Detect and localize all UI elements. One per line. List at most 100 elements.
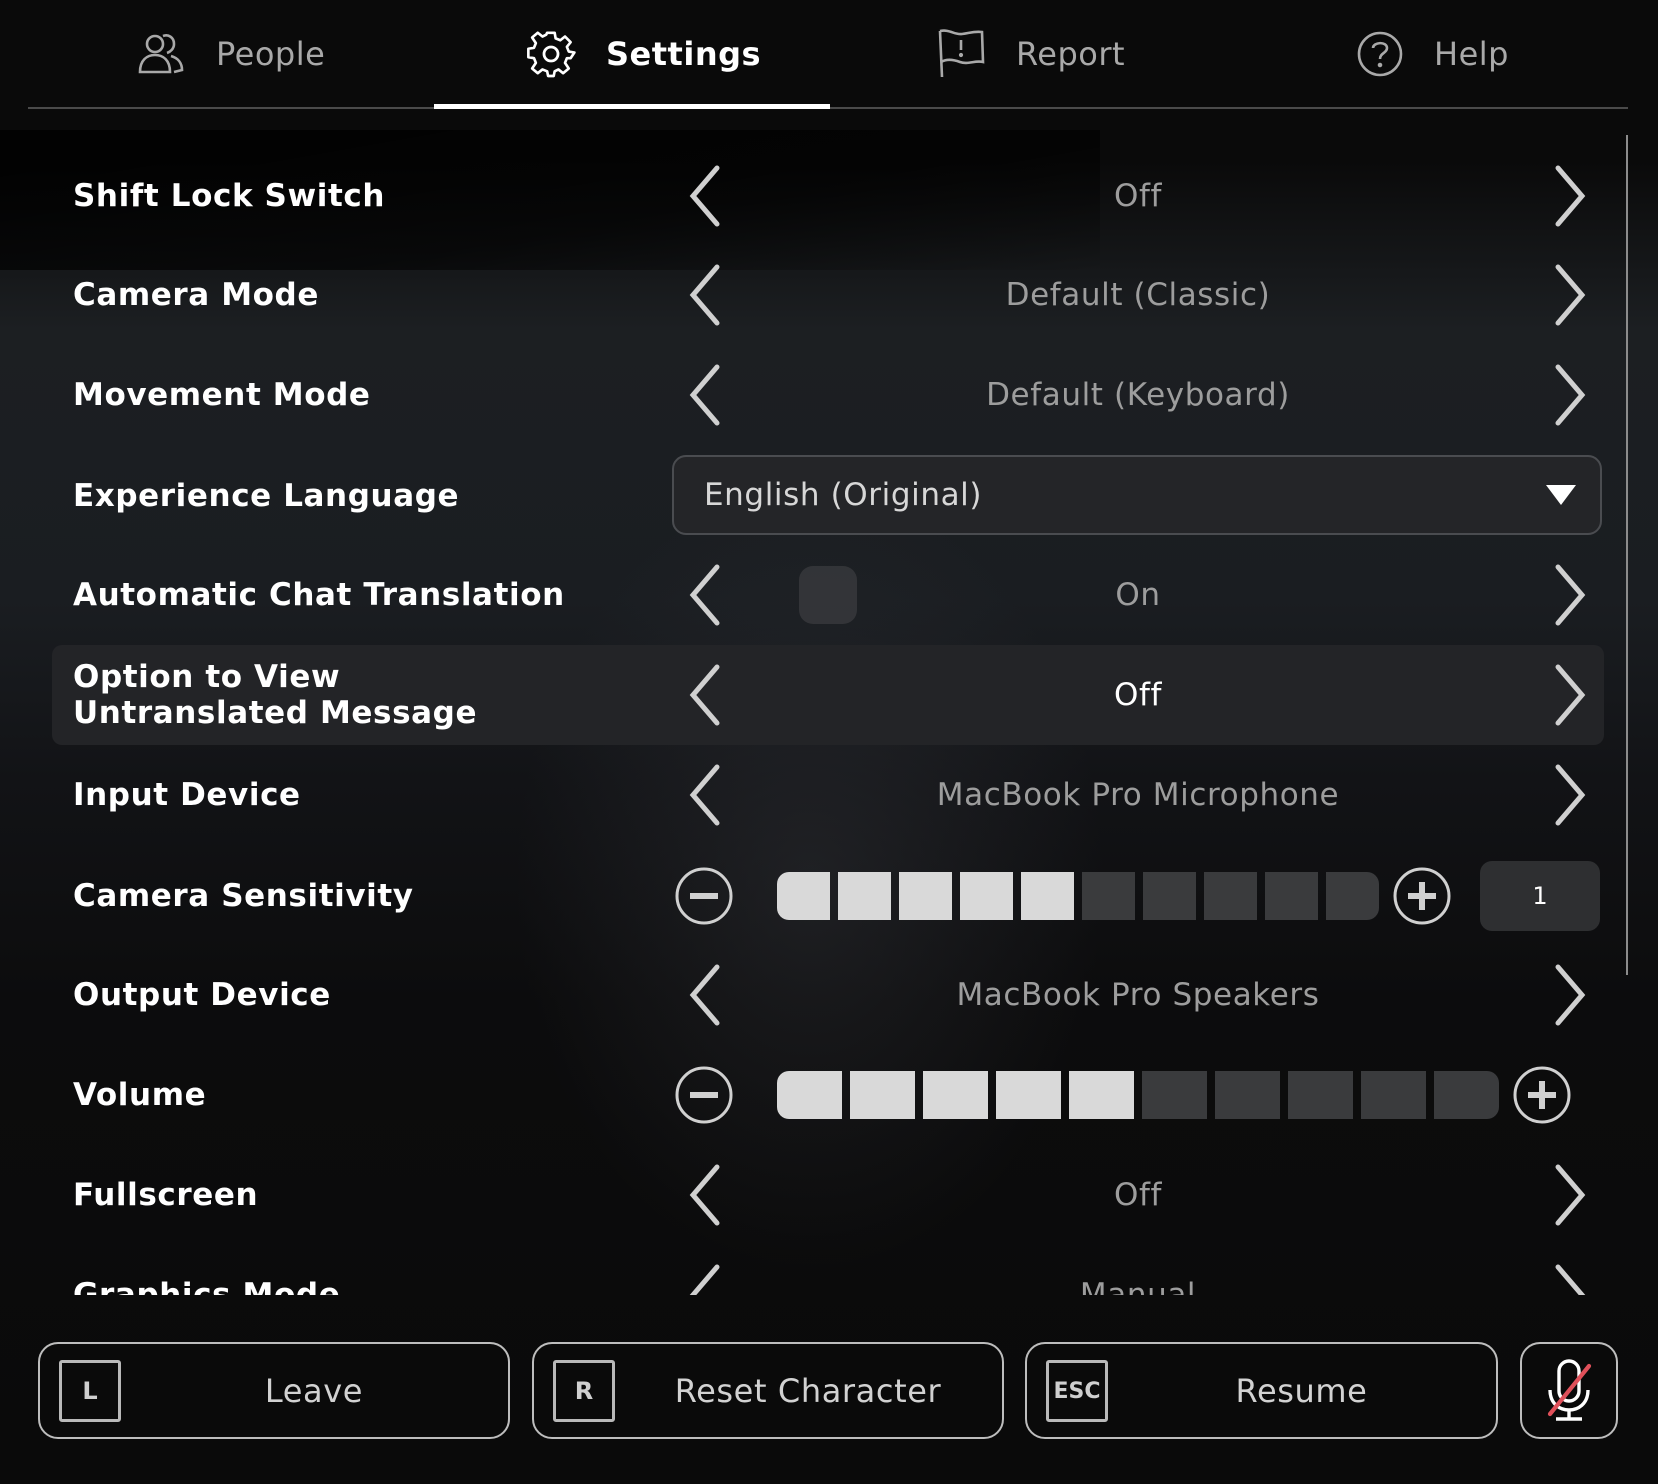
- setting-row-output-device: Output Device MacBook Pro Speakers: [52, 945, 1604, 1045]
- slider-segment[interactable]: [1021, 872, 1074, 920]
- people-icon: [136, 32, 186, 76]
- setting-label: Movement Mode: [73, 377, 371, 413]
- slider-segment[interactable]: [1142, 1071, 1207, 1119]
- help-icon: [1356, 30, 1404, 78]
- chevron-left-icon[interactable]: [685, 763, 725, 827]
- slider-segment[interactable]: [1143, 872, 1196, 920]
- chevron-left-icon[interactable]: [685, 1263, 725, 1295]
- key-hint-l: L: [59, 1360, 121, 1422]
- setting-value: On: [1115, 577, 1161, 613]
- tab-label: Report: [1016, 35, 1126, 73]
- chevron-left-icon[interactable]: [685, 164, 725, 228]
- setting-label: Fullscreen: [73, 1177, 259, 1213]
- key-hint-esc: ESC: [1046, 1360, 1108, 1422]
- mic-toggle-button[interactable]: [1520, 1342, 1618, 1439]
- volume-slider[interactable]: [777, 1071, 1499, 1119]
- key-hint-r: R: [553, 1360, 615, 1422]
- decrease-button[interactable]: [675, 867, 733, 925]
- leave-button[interactable]: L Leave: [38, 1342, 510, 1439]
- slider-segment[interactable]: [923, 1071, 988, 1119]
- setting-row-graphics-mode: Graphics Mode Manual: [52, 1245, 1604, 1295]
- setting-row-movement-mode: Movement Mode Default (Keyboard): [52, 345, 1604, 445]
- slider-segment[interactable]: [1288, 1071, 1353, 1119]
- tab-report[interactable]: Report: [938, 24, 1125, 84]
- chevron-left-icon[interactable]: [685, 263, 725, 327]
- slider-segment[interactable]: [1069, 1071, 1134, 1119]
- setting-row-auto-chat-translation: Automatic Chat Translation On: [52, 545, 1604, 645]
- slider-segment[interactable]: [777, 1071, 842, 1119]
- button-label: Leave: [264, 1371, 364, 1410]
- setting-value: Off: [1113, 677, 1163, 713]
- tab-settings[interactable]: Settings: [526, 24, 761, 84]
- chevron-right-icon[interactable]: [1550, 963, 1590, 1027]
- slider-segment[interactable]: [1215, 1071, 1280, 1119]
- setting-value: Manual: [1079, 1277, 1197, 1295]
- reset-character-button[interactable]: R Reset Character: [532, 1342, 1004, 1439]
- slider-segment[interactable]: [960, 872, 1013, 920]
- gear-icon: [526, 29, 576, 79]
- chevron-right-icon[interactable]: [1550, 263, 1590, 327]
- setting-label: Input Device: [73, 777, 301, 813]
- caret-down-icon: [1546, 485, 1576, 505]
- setting-row-camera-mode: Camera Mode Default (Classic): [52, 245, 1604, 345]
- setting-label: Camera Sensitivity: [73, 878, 414, 914]
- setting-row-volume: Volume: [52, 1045, 1604, 1145]
- slider-segment[interactable]: [838, 872, 891, 920]
- setting-row-shift-lock: Shift Lock Switch Off: [52, 146, 1604, 246]
- slider-segment[interactable]: [899, 872, 952, 920]
- setting-row-input-device: Input Device MacBook Pro Microphone: [52, 745, 1604, 845]
- chevron-right-icon[interactable]: [1550, 1163, 1590, 1227]
- increase-button[interactable]: [1393, 867, 1451, 925]
- slider-segment[interactable]: [1361, 1071, 1426, 1119]
- settings-list[interactable]: Shift Lock Switch Off Camera Mode Defaul…: [0, 140, 1620, 1295]
- tab-label: Help: [1434, 35, 1509, 73]
- slider-segment[interactable]: [850, 1071, 915, 1119]
- button-label: Resume: [1235, 1371, 1368, 1410]
- setting-label: Automatic Chat Translation: [73, 577, 565, 613]
- camera-sensitivity-input[interactable]: 1: [1480, 861, 1600, 931]
- dropdown-selected-value: English (Original): [704, 477, 983, 513]
- chevron-right-icon[interactable]: [1550, 1263, 1590, 1295]
- mic-muted-icon: [1547, 1359, 1592, 1421]
- setting-label: Camera Mode: [73, 277, 319, 313]
- setting-label: Shift Lock Switch: [73, 178, 386, 214]
- setting-label: Experience Language: [73, 478, 460, 514]
- chevron-left-icon[interactable]: [685, 963, 725, 1027]
- scrollbar[interactable]: [1626, 135, 1628, 975]
- chevron-left-icon[interactable]: [685, 1163, 725, 1227]
- setting-row-experience-language: Experience Language English (Original): [52, 446, 1604, 546]
- menu-tabs: People Settings Report Help: [0, 0, 1658, 110]
- slider-segment[interactable]: [1434, 1071, 1499, 1119]
- setting-label: Output Device: [73, 977, 331, 1013]
- chevron-right-icon[interactable]: [1550, 363, 1590, 427]
- slider-segment[interactable]: [1082, 872, 1135, 920]
- slider-segment[interactable]: [1204, 872, 1257, 920]
- setting-value: Off: [1113, 178, 1163, 214]
- chevron-right-icon[interactable]: [1550, 663, 1590, 727]
- camera-sensitivity-slider[interactable]: [777, 872, 1379, 920]
- chevron-left-icon[interactable]: [685, 563, 725, 627]
- setting-row-camera-sensitivity: Camera Sensitivity 1: [52, 846, 1604, 946]
- setting-value: MacBook Pro Speakers: [956, 977, 1320, 1013]
- tab-help[interactable]: Help: [1356, 24, 1509, 84]
- slider-segment[interactable]: [996, 1071, 1061, 1119]
- chevron-right-icon[interactable]: [1550, 563, 1590, 627]
- tab-people[interactable]: People: [136, 24, 325, 84]
- tab-label: People: [216, 35, 326, 73]
- language-dropdown[interactable]: English (Original): [672, 455, 1602, 535]
- setting-label: Option to View Untranslated Message: [73, 659, 478, 731]
- chevron-left-icon[interactable]: [685, 663, 725, 727]
- setting-value: MacBook Pro Microphone: [936, 777, 1340, 813]
- chevron-right-icon[interactable]: [1550, 763, 1590, 827]
- slider-segment[interactable]: [1326, 872, 1379, 920]
- increase-button[interactable]: [1513, 1066, 1571, 1124]
- slider-segment[interactable]: [777, 872, 830, 920]
- setting-row-view-untranslated: Option to View Untranslated Message Off: [52, 645, 1604, 745]
- active-tab-indicator: [434, 104, 830, 109]
- chevron-right-icon[interactable]: [1550, 164, 1590, 228]
- decrease-button[interactable]: [675, 1066, 733, 1124]
- slider-segment[interactable]: [1265, 872, 1318, 920]
- resume-button[interactable]: ESC Resume: [1025, 1342, 1498, 1439]
- chevron-left-icon[interactable]: [685, 363, 725, 427]
- tab-label: Settings: [606, 35, 762, 73]
